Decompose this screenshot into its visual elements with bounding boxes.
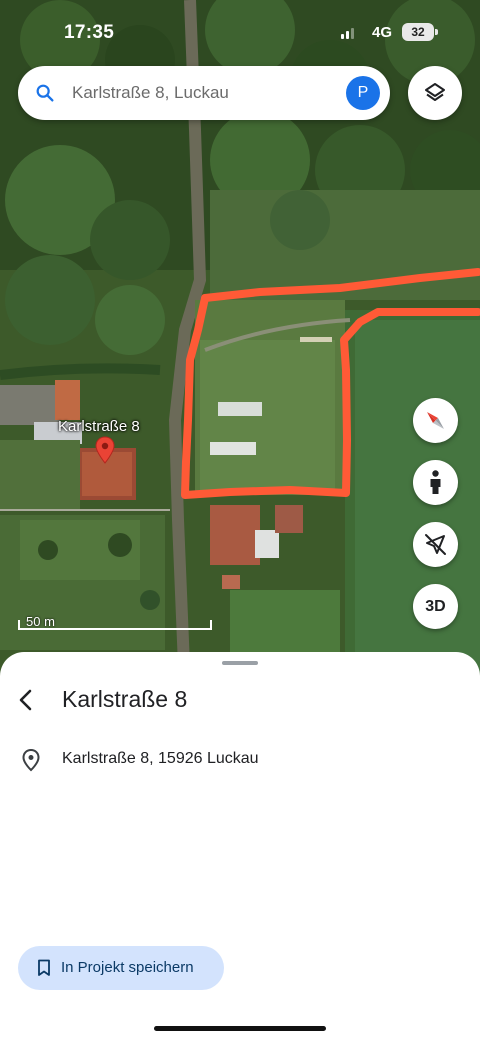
save-to-project-label: In Projekt speichern [61,959,194,976]
sheet-drag-handle[interactable] [222,661,258,665]
scale-bar: 50 m [18,612,214,632]
my-location-button[interactable] [413,522,458,567]
scale-line [18,628,212,630]
place-address[interactable]: Karlstraße 8, 15926 Luckau [62,750,259,768]
street-view-button[interactable] [413,460,458,505]
search-icon[interactable] [34,82,56,104]
back-arrow-icon[interactable] [12,686,40,714]
scale-tick-right [210,620,212,630]
map-place-label[interactable]: Karlstraße 8 [58,418,140,435]
3d-button[interactable]: 3D [413,584,458,629]
search-bar[interactable]: Karlstraße 8, Luckau P [18,66,390,120]
bookmark-icon [38,959,50,976]
pegman-icon [430,470,441,494]
compass-icon [427,412,444,429]
account-avatar[interactable]: P [346,76,380,110]
status-bar: 17:35 4G 32 [0,0,480,64]
home-indicator[interactable] [154,1026,326,1031]
place-title: Karlstraße 8 [62,686,188,712]
place-bottom-sheet[interactable]: Karlstraße 8 Karlstraße 8, 15926 Luckau … [0,652,480,1042]
search-query[interactable]: Karlstraße 8, Luckau [72,83,229,103]
status-time: 17:35 [64,22,115,43]
satellite-map[interactable]: 17:35 4G 32 Karlstraße 8, Luckau P Karls… [0,0,480,690]
signal-icon [341,28,354,39]
battery-level: 32 [402,23,438,41]
map-pin-icon[interactable] [95,436,115,464]
network-type: 4G [372,24,393,41]
compass-button[interactable] [413,398,458,443]
save-to-project-button[interactable]: In Projekt speichern [18,946,224,990]
location-pin-icon [22,748,40,772]
location-off-icon [425,534,446,555]
scale-label: 50 m [26,614,55,629]
layers-icon [425,83,445,101]
layers-button[interactable] [408,66,462,120]
